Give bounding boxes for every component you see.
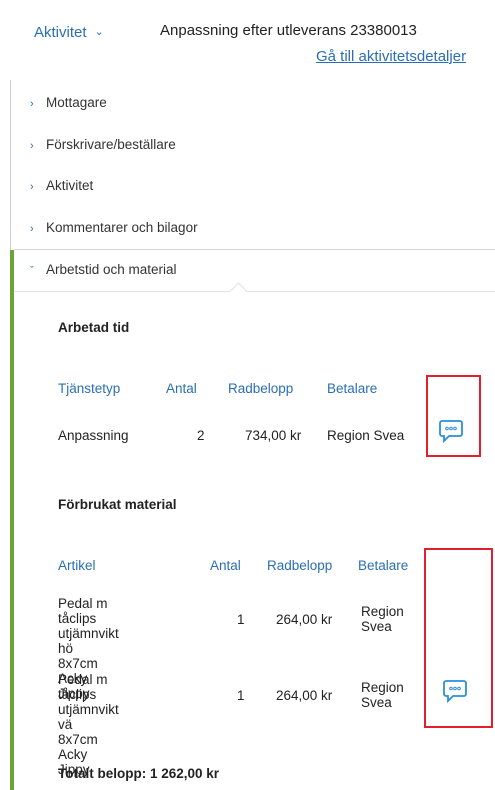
accordion-item-arbetstid[interactable]: ˇ Arbetstid och material (30, 262, 177, 277)
work-time-heading: Arbetad tid (58, 320, 130, 335)
chevron-right-icon: › (30, 98, 34, 110)
material-heading: Förbrukat material (58, 497, 177, 512)
speech-bubble-icon[interactable] (438, 418, 464, 444)
cell-article-line: utjämnvikt vä (58, 702, 119, 732)
accordion-item-aktivitet[interactable]: › Aktivitet (30, 178, 93, 193)
chevron-down-icon: ˇ (30, 265, 34, 277)
chevron-right-icon: › (30, 223, 34, 235)
cell-article-line: utjämnvikt hö (58, 626, 119, 656)
chevron-down-icon: ⌄ (94, 26, 104, 38)
cell-payer-line: Region (361, 604, 404, 619)
highlight-box (426, 375, 481, 457)
accordion-item-label: Arbetstid och material (46, 262, 177, 277)
cell-payer: Region Svea (327, 428, 405, 443)
cell-payer: Region Svea (361, 604, 404, 634)
speech-bubble-icon[interactable] (442, 678, 468, 704)
accordion-item-label: Kommentarer och bilagor (46, 220, 198, 235)
cell-count: 1 (237, 688, 245, 703)
cell-payer-line: Svea (361, 695, 392, 710)
activity-dropdown-label: Aktivitet (34, 24, 87, 41)
cell-count: 1 (237, 612, 245, 627)
accordion-notch (229, 282, 248, 301)
column-header-count[interactable]: Antal (210, 558, 241, 573)
column-header-amount[interactable]: Radbelopp (267, 558, 332, 573)
accordion-item-forskrivare[interactable]: › Förskrivare/beställare (30, 137, 176, 152)
cell-amount: 734,00 kr (245, 428, 302, 443)
cell-count: 2 (197, 428, 205, 443)
cell-service-type: Anpassning (58, 428, 129, 443)
cell-payer: Region Svea (361, 680, 404, 710)
cell-payer-line: Svea (361, 619, 392, 634)
column-header-count[interactable]: Antal (166, 381, 197, 396)
page-title: Anpassning efter utleverans 23380013 (160, 22, 417, 39)
cell-article-line: Pedal m tåclips (58, 596, 108, 626)
column-header-article[interactable]: Artikel (58, 558, 96, 573)
accordion-item-kommentarer[interactable]: › Kommentarer och bilagor (30, 220, 198, 235)
divider (14, 291, 495, 292)
column-header-payer[interactable]: Betalare (327, 381, 377, 396)
panel-left-border (10, 80, 11, 252)
chevron-right-icon: › (30, 181, 34, 193)
accordion-item-label: Mottagare (46, 95, 107, 110)
chevron-right-icon: › (30, 140, 34, 152)
activity-details-link[interactable]: Gå till aktivitetsdetaljer (316, 48, 466, 65)
cell-article: Pedal m tåclips utjämnvikt vä 8x7cm Acky… (58, 672, 119, 777)
active-section-bar (10, 250, 14, 790)
cell-amount: 264,00 kr (276, 688, 333, 703)
cell-amount: 264,00 kr (276, 612, 333, 627)
accordion-item-label: Aktivitet (46, 178, 94, 193)
column-header-payer[interactable]: Betalare (358, 558, 408, 573)
accordion-item-mottagare[interactable]: › Mottagare (30, 95, 107, 110)
column-header-amount[interactable]: Radbelopp (228, 381, 293, 396)
cell-payer-line: Region (361, 680, 404, 695)
cell-article-line: Pedal m tåclips (58, 672, 108, 702)
total-amount: Totalt belopp: 1 262,00 kr (58, 766, 220, 781)
column-header-service-type[interactable]: Tjänstetyp (58, 381, 120, 396)
divider (14, 249, 495, 250)
accordion-item-label: Förskrivare/beställare (46, 137, 176, 152)
activity-dropdown[interactable]: Aktivitet ⌄ (34, 24, 104, 41)
